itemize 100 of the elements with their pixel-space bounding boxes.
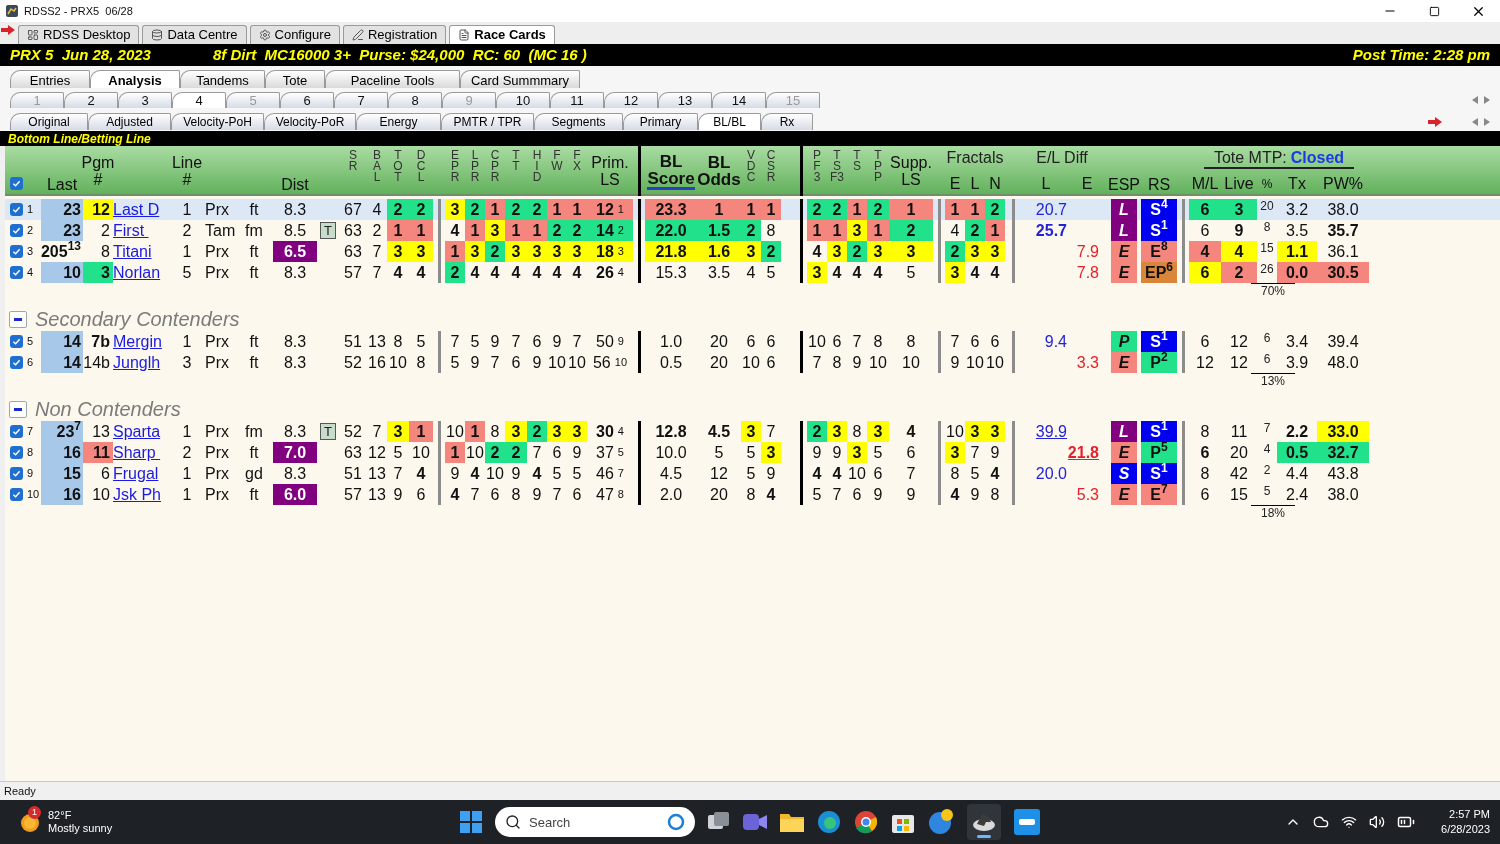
- browser-icon[interactable]: [817, 810, 841, 834]
- checkbox[interactable]: [9, 425, 23, 438]
- race-tab[interactable]: 2: [64, 92, 118, 108]
- column-header[interactable]: ESP: [1108, 176, 1140, 193]
- view-tab[interactable]: Paceline Tools: [325, 70, 460, 88]
- race-tab[interactable]: 3: [118, 92, 172, 108]
- column-header[interactable]: N: [989, 175, 1001, 193]
- column-header[interactable]: C S R: [766, 150, 776, 196]
- race-tab[interactable]: 7: [334, 92, 388, 108]
- video-chat-icon[interactable]: [743, 812, 767, 832]
- column-header[interactable]: T P P: [874, 150, 882, 196]
- checkbox[interactable]: [9, 203, 23, 216]
- column-header[interactable]: F X: [573, 150, 581, 196]
- method-tab[interactable]: Adjusted: [88, 113, 171, 130]
- method-tab[interactable]: Energy: [356, 113, 441, 130]
- column-header[interactable]: L P R: [470, 150, 480, 196]
- column-header[interactable]: Dist: [281, 176, 309, 193]
- app-icon[interactable]: [1014, 809, 1040, 835]
- app-tab[interactable]: Data Centre: [142, 25, 247, 44]
- horse-name-link[interactable]: Mergin: [113, 332, 162, 351]
- race-tab[interactable]: 8: [388, 92, 442, 108]
- column-header[interactable]: L: [970, 175, 980, 193]
- column-header[interactable]: P F 3: [813, 150, 821, 196]
- checkbox[interactable]: [9, 446, 23, 459]
- column-header[interactable]: E: [949, 175, 961, 193]
- horse-name-link[interactable]: Sharp: [113, 443, 161, 462]
- column-header[interactable]: H I D: [532, 150, 542, 196]
- column-header[interactable]: T T: [512, 150, 520, 196]
- scroll-left-button[interactable]: [1472, 118, 1479, 126]
- method-tab[interactable]: Primary: [623, 113, 698, 130]
- method-tab[interactable]: Velocity-PoR: [264, 113, 356, 130]
- app-tab[interactable]: Registration: [342, 25, 447, 44]
- scroll-left-button[interactable]: [1472, 96, 1479, 104]
- race-tab[interactable]: 14: [712, 92, 766, 108]
- scroll-right-button[interactable]: [1483, 118, 1490, 126]
- checkbox[interactable]: [9, 245, 23, 258]
- column-header[interactable]: BL Score: [647, 152, 695, 190]
- column-header[interactable]: T O T: [393, 150, 403, 196]
- column-header[interactable]: C P R: [490, 150, 500, 196]
- column-header[interactable]: BL Odds: [697, 154, 741, 188]
- app-tab[interactable]: RDSS Desktop: [18, 25, 140, 44]
- column-header[interactable]: S R: [348, 150, 358, 196]
- view-tab[interactable]: Card Summmary: [460, 70, 580, 88]
- column-header[interactable]: D C L: [416, 150, 426, 196]
- column-header[interactable]: Line #: [171, 154, 203, 188]
- view-tab[interactable]: Analysis: [90, 70, 180, 88]
- column-header[interactable]: E P R: [450, 150, 460, 196]
- checkbox[interactable]: [9, 488, 23, 501]
- table-row[interactable]: 1 23 12 Last D 1 Prx ft 8.3 67 4 2 2 3 2 1 2 2 1 1 12 1 23.3 1 1 1 2 2 1 2 1 1 1 2 20.7 L S$^{4}$ 6 3 20 3.2 38.0: [5, 199, 1500, 220]
- task-view-icon[interactable]: [708, 812, 730, 832]
- column-header[interactable]: T S: [853, 150, 861, 196]
- horse-name-link[interactable]: Frugal: [113, 464, 159, 483]
- column-header[interactable]: Tx: [1288, 175, 1306, 193]
- folder-icon[interactable]: [780, 812, 804, 832]
- race-tab[interactable]: 13: [658, 92, 712, 108]
- race-tab[interactable]: 4: [172, 92, 226, 108]
- column-header[interactable]: Live: [1224, 175, 1254, 193]
- horse-name-link[interactable]: Junglh: [113, 353, 161, 372]
- horse-name-link[interactable]: Titani: [113, 242, 152, 261]
- race-tab[interactable]: 12: [604, 92, 658, 108]
- column-header[interactable]: Last: [46, 176, 78, 193]
- method-tab[interactable]: BL/BL: [698, 113, 761, 130]
- column-header[interactable]: V D C: [746, 150, 756, 196]
- checkbox[interactable]: [9, 335, 23, 348]
- collapse-button[interactable]: [9, 310, 27, 328]
- race-tab[interactable]: 10: [496, 92, 550, 108]
- browser-icon[interactable]: [854, 810, 878, 834]
- checkbox[interactable]: [9, 266, 23, 279]
- collapse-button[interactable]: [9, 400, 27, 418]
- view-tab[interactable]: Tandems: [180, 70, 265, 88]
- scroll-right-button[interactable]: [1483, 96, 1490, 104]
- horse-name-link[interactable]: Last D: [113, 200, 160, 219]
- column-header[interactable]: Supp. LS: [890, 154, 932, 188]
- column-header[interactable]: B A L: [373, 150, 381, 196]
- checkbox[interactable]: [9, 356, 23, 369]
- column-header[interactable]: PW%: [1323, 175, 1363, 193]
- windows-logo-icon[interactable]: [460, 811, 482, 833]
- column-header[interactable]: Prim. LS: [591, 154, 629, 188]
- column-header[interactable]: RS: [1147, 176, 1171, 193]
- race-tab[interactable]: 6: [280, 92, 334, 108]
- horse-name-link[interactable]: Norlan: [113, 263, 161, 282]
- horse-name-link[interactable]: Sparta: [113, 422, 161, 441]
- view-tab[interactable]: Entries: [10, 70, 90, 88]
- method-tab[interactable]: Original: [10, 113, 88, 130]
- column-header[interactable]: T S F3: [830, 150, 844, 196]
- app-tab[interactable]: Race Cards: [449, 25, 555, 44]
- checkbox[interactable]: [9, 224, 23, 237]
- column-header[interactable]: L: [1041, 175, 1051, 193]
- method-tab[interactable]: PMTR / TPR: [441, 113, 534, 130]
- horse-name-link[interactable]: Jsk Ph: [113, 485, 161, 504]
- method-tab[interactable]: Segments: [534, 113, 623, 130]
- column-header[interactable]: E: [1081, 175, 1093, 193]
- horse-name-link[interactable]: First: [113, 221, 149, 240]
- checkbox[interactable]: [9, 467, 23, 480]
- column-header[interactable]: %: [1261, 175, 1273, 193]
- view-tab[interactable]: Tote: [265, 70, 325, 88]
- column-header[interactable]: Pgm #: [81, 154, 115, 188]
- race-tab[interactable]: 11: [550, 92, 604, 108]
- app-tab[interactable]: Configure: [249, 25, 340, 44]
- method-tab[interactable]: Rx: [761, 113, 813, 130]
